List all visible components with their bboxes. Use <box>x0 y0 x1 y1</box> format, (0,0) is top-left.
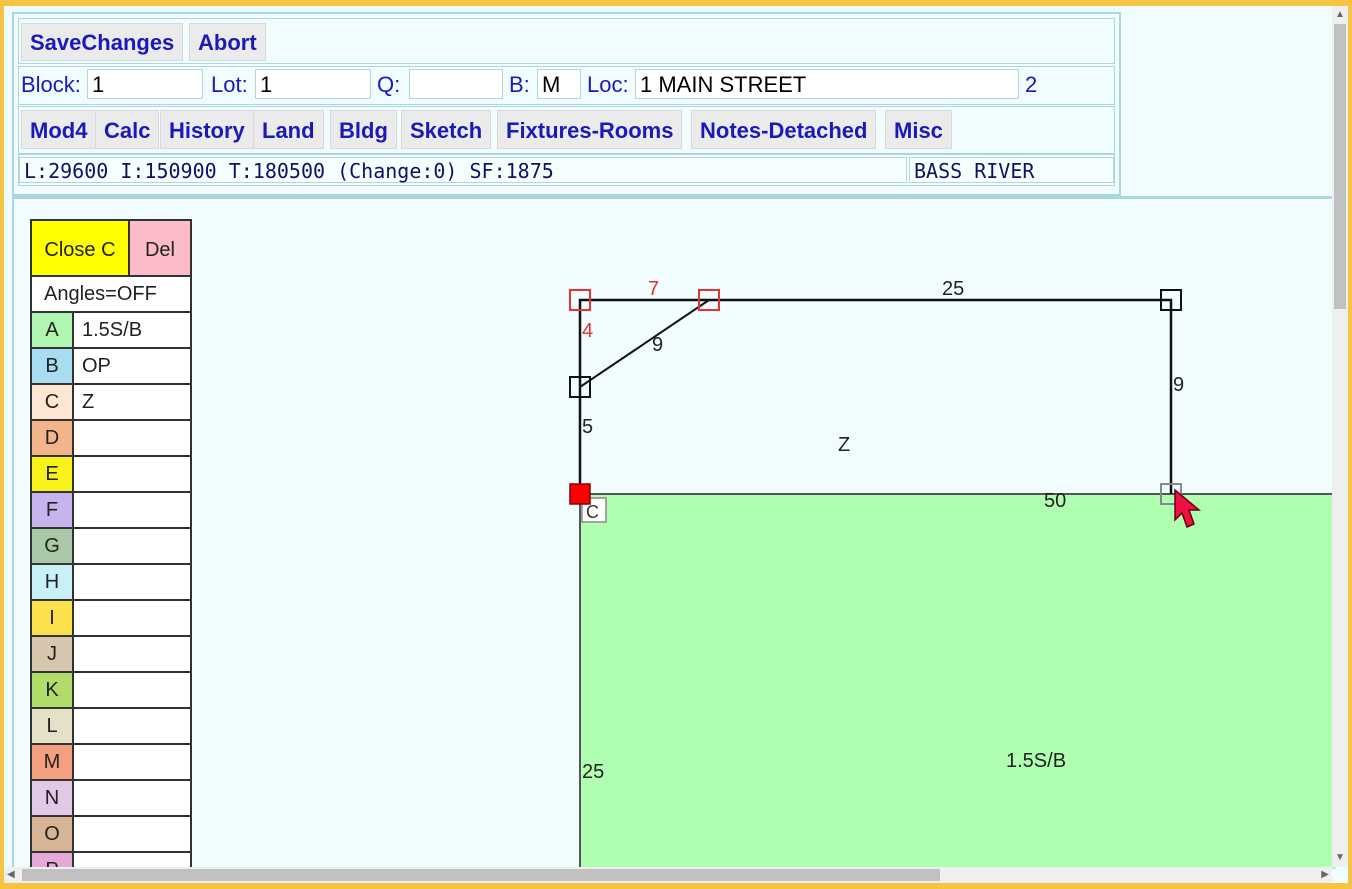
save-changes-button[interactable]: SaveChanges <box>21 23 184 61</box>
dimension-label: 5 <box>582 416 593 438</box>
scroll-down-icon[interactable]: ▼ <box>1335 851 1345 865</box>
area-label: Z <box>838 434 850 456</box>
block-field[interactable]: 1 <box>87 69 203 99</box>
main-area-fill <box>580 494 1336 869</box>
dimension-label: 9 <box>1173 374 1184 396</box>
active-vertex-handle[interactable] <box>569 483 591 505</box>
tab-history[interactable]: History <box>160 110 254 149</box>
toolbar-row: SaveChanges Abort <box>18 18 1115 64</box>
dimension-label: 9 <box>652 334 663 356</box>
card-count: 2 <box>1025 72 1038 97</box>
tab-calc[interactable]: Calc <box>95 110 160 149</box>
vertical-scroll-thumb[interactable] <box>1334 24 1346 309</box>
q-field[interactable] <box>409 69 503 99</box>
vertex-label: C <box>586 502 599 522</box>
record-row: Block: 1 Lot: 1 Q: B: M Loc: 1 MAIN STRE… <box>18 66 1115 105</box>
tab-fixtures-rooms[interactable]: Fixtures-Rooms <box>497 110 683 149</box>
tab-mod4[interactable]: Mod4 <box>21 110 97 149</box>
district-name: BASS RIVER <box>909 157 1114 183</box>
lot-field[interactable]: 1 <box>255 69 371 99</box>
dimension-label: 25 <box>942 278 964 300</box>
tab-notes-detached[interactable]: Notes-Detached <box>691 110 877 149</box>
location-field[interactable]: 1 MAIN STREET <box>635 69 1019 99</box>
sketch-canvas-area: Close C Del Angles=OFF A 1.5S/B B OP C Z D E F G H… <box>12 196 1336 869</box>
app-window: SaveChanges Abort Block: 1 Lot: 1 Q: B: … <box>4 6 1348 883</box>
header-panel: SaveChanges Abort Block: 1 Lot: 1 Q: B: … <box>12 12 1121 196</box>
valuation-summary: L:29600 I:150900 T:180500 (Change:0) SF:… <box>19 157 907 183</box>
lot-label: Lot: <box>211 72 248 97</box>
nav-tabs-row: Mod4 Calc History Land Bldg Sketch Fixtu… <box>18 106 1115 154</box>
tab-bldg[interactable]: Bldg <box>330 110 397 149</box>
diagonal-edge <box>579 299 710 388</box>
dimension-label: 4 <box>582 320 593 342</box>
status-row: L:29600 I:150900 T:180500 (Change:0) SF:… <box>18 154 1115 186</box>
vertical-scrollbar[interactable]: ▲ ▼ <box>1332 6 1348 867</box>
dimension-label: 25 <box>582 761 604 783</box>
tab-sketch[interactable]: Sketch <box>401 110 492 149</box>
area-label: 1.5S/B <box>1006 750 1066 772</box>
scroll-up-icon[interactable]: ▲ <box>1335 8 1345 22</box>
dimension-label: 7 <box>648 278 659 300</box>
block-label: Block: <box>21 72 81 97</box>
sketch-drawing[interactable]: 7 25 4 9 9 5 Z 50 C 25 1.5S/B <box>14 199 1336 869</box>
horizontal-scrollbar[interactable]: ◀ ▶ <box>4 867 1332 883</box>
loc-label: Loc: <box>587 72 629 97</box>
scroll-right-icon[interactable]: ▶ <box>1321 868 1329 882</box>
b-field[interactable]: M <box>537 69 581 99</box>
abort-button[interactable]: Abort <box>189 23 266 61</box>
horizontal-scroll-thumb[interactable] <box>22 869 940 881</box>
tab-land[interactable]: Land <box>253 110 324 149</box>
open-porch-outline <box>578 298 1173 494</box>
q-label: Q: <box>377 72 401 97</box>
tab-misc[interactable]: Misc <box>885 110 952 149</box>
scroll-left-icon[interactable]: ◀ <box>7 868 15 882</box>
dimension-label: 50 <box>1044 490 1066 512</box>
b-label: B: <box>509 72 530 97</box>
